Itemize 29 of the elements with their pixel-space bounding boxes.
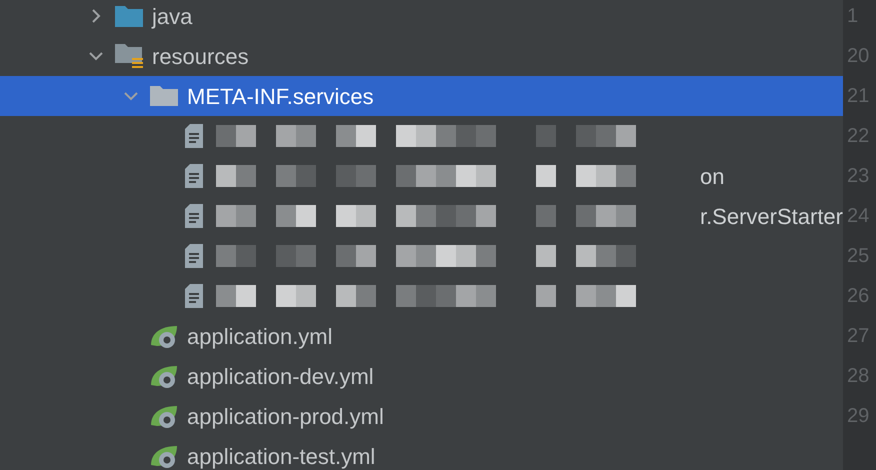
file-name: application-prod.yml [187, 402, 384, 431]
tree-row[interactable]: META-INF.services [0, 76, 843, 116]
tree-row[interactable]: on [0, 156, 843, 196]
file-icon [184, 283, 204, 309]
folder-icon [149, 85, 179, 107]
file-name: on [700, 162, 724, 190]
file-name: application-dev.yml [187, 362, 374, 391]
file-name: r.ServerStarter [700, 202, 843, 230]
tree-row[interactable]: application-dev.yml [0, 356, 843, 396]
file-icon [184, 243, 204, 269]
file-icon [184, 163, 204, 189]
leaf-gear-icon [149, 363, 179, 389]
tree-row[interactable]: application-prod.yml [0, 396, 843, 436]
folder-name: META-INF.services [187, 82, 374, 110]
tree-row[interactable]: application-test.yml [0, 436, 843, 470]
file-name: application.yml [187, 322, 333, 351]
file-icon [184, 123, 204, 149]
file-name: application-test.yml [187, 442, 376, 470]
tree-row[interactable]: r.ServerStarter [0, 196, 843, 236]
folder-name: java [152, 2, 192, 31]
leaf-gear-icon [149, 323, 179, 349]
folder-name: resources [152, 42, 249, 70]
tree-row[interactable]: application.yml [0, 316, 843, 356]
resource-folder-icon [114, 42, 144, 70]
folder-icon [114, 4, 144, 28]
tree-row[interactable]: java [0, 0, 843, 36]
tree-row[interactable]: resources [0, 36, 843, 76]
file-icon [184, 203, 204, 229]
leaf-gear-icon [149, 403, 179, 429]
